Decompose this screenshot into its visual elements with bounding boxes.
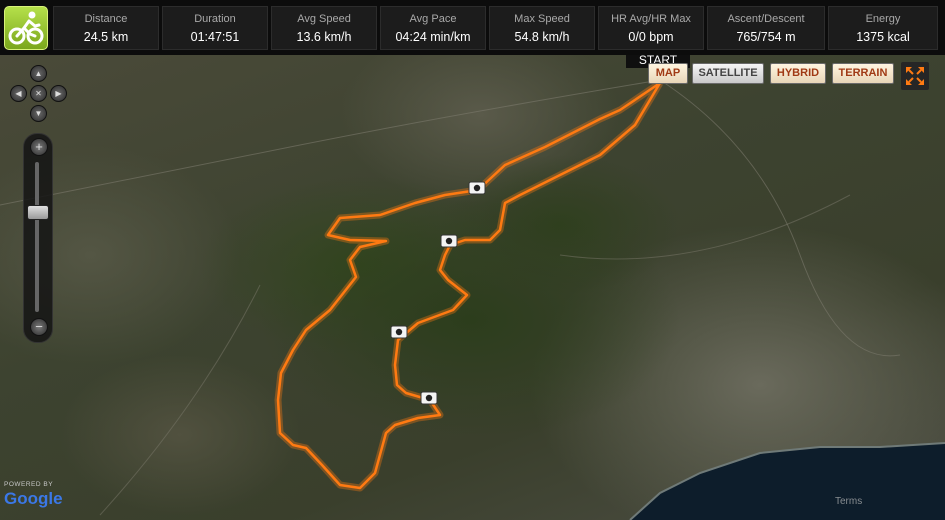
zoom-slider-handle[interactable]	[27, 205, 49, 220]
map-overlay	[0, 71, 945, 520]
zoom-rail[interactable]	[35, 162, 39, 312]
map-type-terrain-button[interactable]: TERRAIN	[832, 63, 894, 84]
stat-value: 1375 kcal	[856, 30, 910, 44]
pan-left-icon[interactable]: ◀	[10, 85, 27, 102]
stat-avg-speed: Avg Speed 13.6 km/h	[271, 6, 377, 50]
stat-heart-rate: HR Avg/HR Max 0/0 bpm	[598, 6, 704, 50]
road	[559, 194, 851, 260]
stat-value: 765/754 m	[736, 30, 796, 44]
stat-value: 0/0 bpm	[628, 30, 674, 44]
google-logo[interactable]: POWERED BY Google	[4, 481, 76, 511]
stat-label: Avg Pace	[409, 13, 457, 25]
expand-icon[interactable]	[901, 62, 929, 90]
stat-label: Duration	[194, 13, 236, 25]
stat-value: 04:24 min/km	[395, 30, 471, 44]
camera-icon[interactable]	[440, 234, 458, 248]
camera-icon[interactable]	[468, 181, 486, 195]
satellite-map[interactable]: START ▲ ◀ ✕ ▶ ▼ + − MAP SATELLITE HYBRID…	[0, 55, 945, 520]
pan-up-icon[interactable]: ▲	[30, 65, 47, 82]
route-glow	[274, 80, 664, 492]
zoom-out-icon[interactable]: −	[30, 318, 48, 336]
stat-label: Avg Speed	[297, 13, 351, 25]
map-type-map-button[interactable]: MAP	[648, 63, 688, 84]
stat-label: Distance	[84, 13, 128, 25]
pan-control: ▲ ◀ ✕ ▶ ▼	[10, 65, 67, 122]
map-type-satellite-button[interactable]: SATELLITE	[692, 63, 764, 84]
stat-max-speed: Max Speed 54.8 km/h	[489, 6, 595, 50]
google-logo-text: Google	[4, 489, 63, 508]
activity-stats-bar: Distance 24.5 km Duration 01:47:51 Avg S…	[0, 0, 945, 55]
powered-by-text: POWERED BY	[4, 481, 54, 488]
road	[99, 284, 261, 516]
map-type-hybrid-button[interactable]: HYBRID	[770, 63, 826, 84]
stat-duration: Duration 01:47:51	[162, 6, 268, 50]
pan-right-icon[interactable]: ▶	[50, 85, 67, 102]
camera-icon[interactable]	[420, 391, 438, 405]
pan-center-icon[interactable]: ✕	[30, 85, 47, 102]
stat-label: Ascent/Descent	[727, 13, 805, 25]
stat-label: HR Avg/HR Max	[611, 13, 691, 25]
stat-avg-pace: Avg Pace 04:24 min/km	[380, 6, 486, 50]
stat-value: 13.6 km/h	[296, 30, 352, 44]
stat-value: 54.8 km/h	[514, 30, 570, 44]
zoom-control: + −	[23, 133, 53, 343]
stat-ascent-descent: Ascent/Descent 765/754 m	[707, 6, 825, 50]
sea-area	[630, 443, 945, 520]
road	[659, 79, 901, 357]
stat-value: 24.5 km	[83, 30, 129, 44]
stat-value: 01:47:51	[190, 30, 240, 44]
terms-link[interactable]: Terms	[835, 496, 862, 507]
pan-down-icon[interactable]: ▼	[30, 105, 47, 122]
zoom-in-icon[interactable]: +	[30, 138, 48, 156]
stat-label: Energy	[865, 13, 901, 25]
cyclist-icon	[4, 6, 48, 50]
camera-icon[interactable]	[390, 325, 408, 339]
route-line	[276, 81, 662, 490]
stat-distance: Distance 24.5 km	[53, 6, 159, 50]
stat-energy: Energy 1375 kcal	[828, 6, 938, 50]
stat-label: Max Speed	[514, 13, 570, 25]
